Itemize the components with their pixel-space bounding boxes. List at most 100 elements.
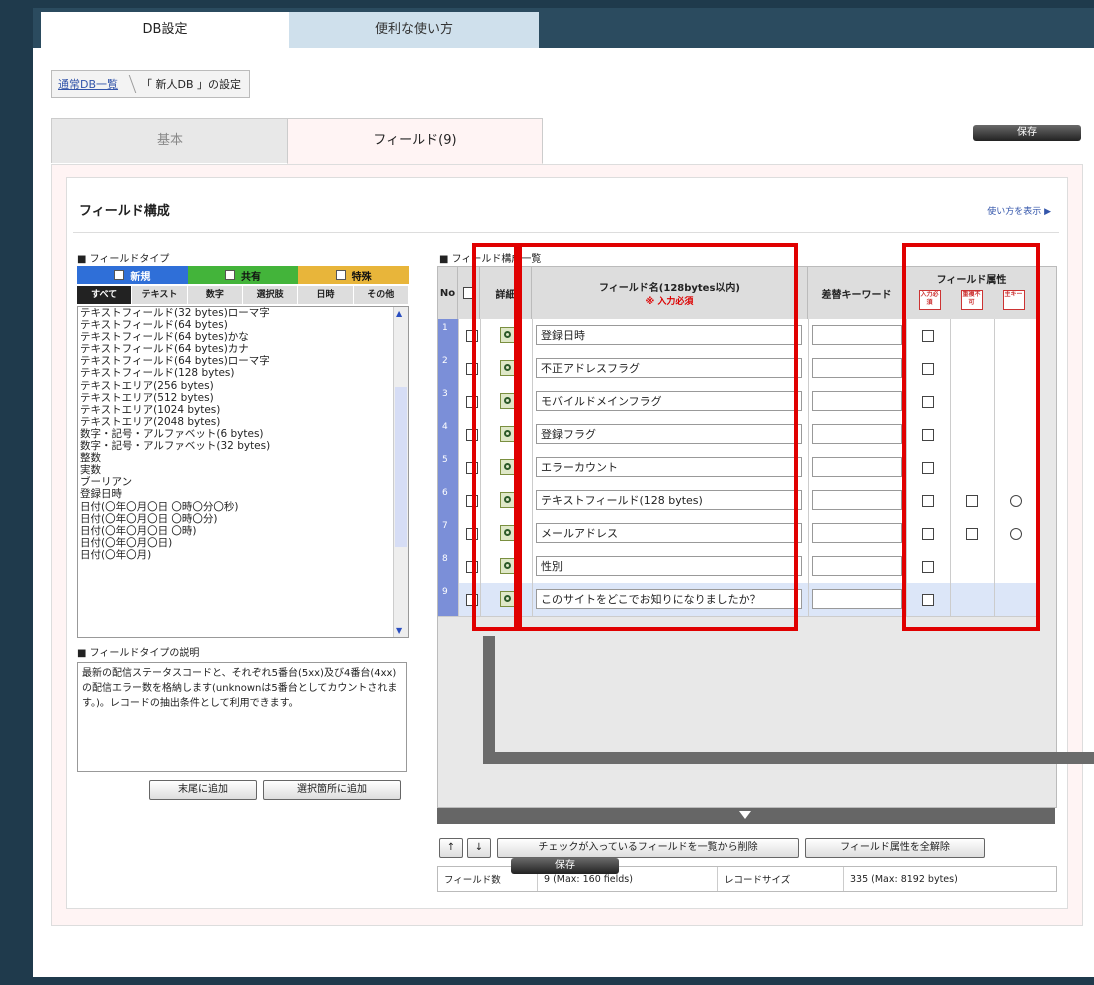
field-type-item[interactable]: 数字・記号・アルファベット(6 bytes) [78,428,408,440]
field-type-item[interactable]: ブーリアン [78,476,408,488]
row-number: 6 [438,484,458,517]
field-type-item[interactable]: 登録日時 [78,488,408,500]
clear-attributes-button[interactable]: フィールド属性を全解除 [805,838,985,858]
field-type-scrollbar[interactable]: ▲ ▼ [393,307,408,637]
category-special[interactable]: 特殊 [298,266,410,284]
column-divider [808,418,809,451]
breadcrumb: 通常DB一覧 「 新人DB 」の設定 [51,70,251,98]
row-number: 1 [438,319,458,352]
row-number: 5 [438,451,458,484]
keyword-input[interactable] [812,457,902,477]
column-divider [458,319,459,352]
field-type-item[interactable]: テキストフィールド(64 bytes)カナ [78,343,408,355]
row-number: 9 [438,583,458,616]
field-type-item[interactable]: テキストフィールド(64 bytes)ローマ字 [78,355,408,367]
breadcrumb-current: 「 新人DB 」の設定 [141,78,242,91]
divider [73,232,1059,233]
field-type-item[interactable]: テキストフィールド(32 bytes)ローマ字 [78,307,408,319]
category-special-label: 特殊 [351,271,372,283]
category-new[interactable]: 新規 [77,266,188,284]
field-type-item[interactable]: テキストエリア(256 bytes) [78,380,408,392]
annotation-arrow-horizontal [483,752,1094,764]
column-divider [458,484,459,517]
field-type-label: ■ フィールドタイプ [77,254,170,265]
move-down-button[interactable]: ↓ [467,838,491,858]
row-number: 8 [438,550,458,583]
field-type-item[interactable]: 日付(〇年〇月〇日 〇時〇分) [78,513,408,525]
breadcrumb-db-list-link[interactable]: 通常DB一覧 [52,76,124,92]
tab-fields[interactable]: フィールド(9) [287,118,543,164]
tab-type-number[interactable]: 数字 [188,286,243,304]
field-type-item[interactable]: テキストエリア(2048 bytes) [78,416,408,428]
annotation-arrow-vertical [483,636,495,764]
tab-type-all[interactable]: すべて [77,286,133,304]
stats-size-value: 335 (Max: 8192 bytes) [850,873,958,885]
save-button-top[interactable]: 保存 [973,125,1081,141]
category-row: 新規 共有 特殊 [77,266,410,284]
field-type-item[interactable]: 実数 [78,464,408,476]
keyword-input[interactable] [812,325,902,345]
field-type-item[interactable]: テキストフィールド(128 bytes) [78,367,408,379]
field-type-item[interactable]: テキストフィールド(64 bytes)かな [78,331,408,343]
field-type-list[interactable]: テキストフィールド(32 bytes)ローマ字 テキストフィールド(64 byte… [77,306,409,638]
field-type-item[interactable]: 数字・記号・アルファベット(32 bytes) [78,440,408,452]
field-type-item[interactable]: 日付(〇年〇月〇日) [78,537,408,549]
tab-type-choice[interactable]: 選択肢 [243,286,299,304]
field-type-item[interactable]: 日付(〇年〇月) [78,549,408,561]
tab-type-text[interactable]: テキスト [132,286,188,304]
column-divider [808,583,809,616]
scroll-up-icon[interactable]: ▲ [396,309,402,318]
grid-expand-bar[interactable] [437,808,1055,824]
highlight-name-column [518,243,798,631]
keyword-input[interactable] [812,589,902,609]
row-number: 7 [438,517,458,550]
keyword-input[interactable] [812,358,902,378]
keyword-input[interactable] [812,391,902,411]
column-divider [808,517,809,550]
header-no: No [438,267,458,319]
column-divider [458,385,459,418]
howto-link[interactable]: 使い方を表示 ▶ [987,204,1051,217]
row-number: 3 [438,385,458,418]
field-type-item[interactable]: テキストフィールド(64 bytes) [78,319,408,331]
field-type-item[interactable]: テキストエリア(512 bytes) [78,392,408,404]
field-type-item[interactable]: テキストエリア(1024 bytes) [78,404,408,416]
category-shared[interactable]: 共有 [187,266,299,284]
keyword-input[interactable] [812,523,902,543]
tab-basic[interactable]: 基本 [51,118,289,163]
tab-howto[interactable]: 便利な使い方 [289,12,539,48]
tab-type-other[interactable]: その他 [354,286,409,304]
scroll-down-icon[interactable]: ▼ [396,626,402,635]
field-type-item[interactable]: 整数 [78,452,408,464]
keyword-input[interactable] [812,490,902,510]
field-type-item[interactable]: 日付(〇年〇月〇日 〇時) [78,525,408,537]
category-new-label: 新規 [130,271,151,283]
stats-size-label: レコードサイズ [718,867,844,891]
keyword-input[interactable] [812,424,902,444]
add-at-selection-button[interactable]: 選択箇所に追加 [263,780,401,800]
column-divider [808,385,809,418]
column-divider [458,583,459,616]
field-type-item[interactable]: 日付(〇年〇月〇日 〇時〇分〇秒) [78,501,408,513]
add-to-end-button[interactable]: 末尾に追加 [149,780,257,800]
highlight-attribute-column [902,243,1040,631]
section-title: フィールド構成 [79,204,170,219]
scroll-thumb[interactable] [395,387,407,547]
delete-checked-button[interactable]: チェックが入っているフィールドを一覧から削除 [497,838,799,858]
save-button-bottom[interactable]: 保存 [511,858,619,874]
keyword-input[interactable] [812,556,902,576]
column-divider [458,550,459,583]
expand-down-icon [739,811,751,819]
field-type-description: 最新の配信ステータスコードと、それぞれ5番台(5xx)及び4番台(4xx)の配信… [77,662,407,772]
column-divider [808,484,809,517]
highlight-detail-column [472,243,518,631]
category-marker-icon [114,270,125,280]
tab-type-datetime[interactable]: 日時 [298,286,354,304]
category-marker-icon [225,270,235,280]
category-marker-icon [335,270,346,280]
move-up-button[interactable]: ↑ [439,838,463,858]
tab-db-settings[interactable]: DB設定 [41,12,289,48]
sub-tab-bar: 基本 フィールド(9) [51,118,1081,165]
column-divider [458,352,459,385]
column-divider [808,352,809,385]
